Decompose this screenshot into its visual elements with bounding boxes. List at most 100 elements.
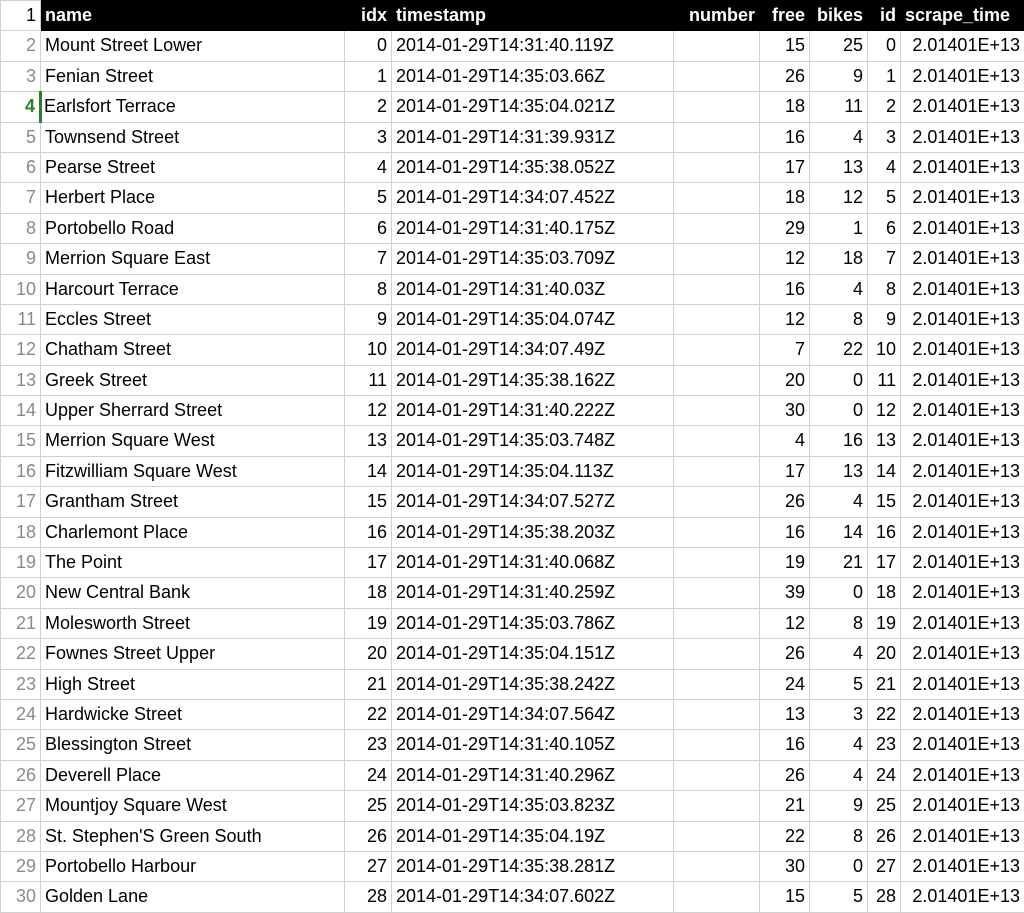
cell-rownum[interactable]: 24 <box>1 699 41 729</box>
table-row[interactable]: 18Charlemont Place162014-01-29T14:35:38.… <box>1 517 1024 547</box>
cell-timestamp[interactable]: 2014-01-29T14:31:40.105Z <box>392 730 674 760</box>
table-row[interactable]: 13Greek Street112014-01-29T14:35:38.162Z… <box>1 365 1024 395</box>
cell-idx[interactable]: 15 <box>345 487 392 517</box>
cell-name[interactable]: Merrion Square East <box>41 244 345 274</box>
cell-idx[interactable]: 6 <box>345 213 392 243</box>
cell-timestamp[interactable]: 2014-01-29T14:31:40.068Z <box>392 548 674 578</box>
cell-id[interactable]: 7 <box>868 244 901 274</box>
cell-name[interactable]: Grantham Street <box>41 487 345 517</box>
cell-timestamp[interactable]: 2014-01-29T14:34:07.602Z <box>392 882 674 912</box>
cell-scrape-time[interactable]: 2.01401E+13 <box>901 61 1024 91</box>
cell-bikes[interactable]: 0 <box>810 578 868 608</box>
cell-name[interactable]: Pearse Street <box>41 152 345 182</box>
cell-name[interactable]: Merrion Square West <box>41 426 345 456</box>
cell-free[interactable]: 15 <box>760 882 810 912</box>
cell-number[interactable] <box>674 456 760 486</box>
cell-scrape-time[interactable]: 2.01401E+13 <box>901 183 1024 213</box>
table-row[interactable]: 27Mountjoy Square West252014-01-29T14:35… <box>1 791 1024 821</box>
cell-rownum[interactable]: 16 <box>1 456 41 486</box>
cell-scrape-time[interactable]: 2.01401E+13 <box>901 730 1024 760</box>
cell-bikes[interactable]: 5 <box>810 882 868 912</box>
cell-rownum[interactable]: 8 <box>1 213 41 243</box>
cell-number[interactable] <box>674 791 760 821</box>
cell-rownum[interactable]: 10 <box>1 274 41 304</box>
cell-free[interactable]: 16 <box>760 730 810 760</box>
cell-bikes[interactable]: 4 <box>810 730 868 760</box>
cell-id[interactable]: 16 <box>868 517 901 547</box>
cell-idx[interactable]: 23 <box>345 730 392 760</box>
cell-bikes[interactable]: 9 <box>810 791 868 821</box>
cell-rownum[interactable]: 19 <box>1 548 41 578</box>
cell-scrape-time[interactable]: 2.01401E+13 <box>901 699 1024 729</box>
table-row[interactable]: 7Herbert Place52014-01-29T14:34:07.452Z1… <box>1 183 1024 213</box>
cell-rownum[interactable]: 4 <box>1 92 41 122</box>
cell-free[interactable]: 26 <box>760 487 810 517</box>
cell-scrape-time[interactable]: 2.01401E+13 <box>901 487 1024 517</box>
cell-idx[interactable]: 21 <box>345 669 392 699</box>
header-name[interactable]: name <box>41 1 345 31</box>
cell-id[interactable]: 18 <box>868 578 901 608</box>
cell-name[interactable]: Molesworth Street <box>41 608 345 638</box>
cell-number[interactable] <box>674 821 760 851</box>
cell-free[interactable]: 26 <box>760 760 810 790</box>
cell-scrape-time[interactable]: 2.01401E+13 <box>901 31 1024 61</box>
cell-idx[interactable]: 24 <box>345 760 392 790</box>
cell-id[interactable]: 20 <box>868 639 901 669</box>
cell-number[interactable] <box>674 213 760 243</box>
cell-name[interactable]: Mountjoy Square West <box>41 791 345 821</box>
spreadsheet-table[interactable]: 1 name idx timestamp number free bikes i… <box>0 0 1024 913</box>
cell-rownum[interactable]: 18 <box>1 517 41 547</box>
cell-bikes[interactable]: 25 <box>810 31 868 61</box>
cell-rownum[interactable]: 6 <box>1 152 41 182</box>
cell-timestamp[interactable]: 2014-01-29T14:35:04.113Z <box>392 456 674 486</box>
cell-number[interactable] <box>674 699 760 729</box>
cell-number[interactable] <box>674 851 760 881</box>
cell-scrape-time[interactable]: 2.01401E+13 <box>901 335 1024 365</box>
cell-id[interactable]: 24 <box>868 760 901 790</box>
cell-id[interactable]: 23 <box>868 730 901 760</box>
cell-number[interactable] <box>674 304 760 334</box>
cell-bikes[interactable]: 4 <box>810 760 868 790</box>
cell-bikes[interactable]: 9 <box>810 61 868 91</box>
cell-bikes[interactable]: 4 <box>810 487 868 517</box>
cell-timestamp[interactable]: 2014-01-29T14:35:38.203Z <box>392 517 674 547</box>
cell-name[interactable]: Eccles Street <box>41 304 345 334</box>
cell-id[interactable]: 27 <box>868 851 901 881</box>
header-free[interactable]: free <box>760 1 810 31</box>
cell-bikes[interactable]: 4 <box>810 274 868 304</box>
cell-scrape-time[interactable]: 2.01401E+13 <box>901 274 1024 304</box>
cell-scrape-time[interactable]: 2.01401E+13 <box>901 669 1024 699</box>
cell-number[interactable] <box>674 578 760 608</box>
cell-timestamp[interactable]: 2014-01-29T14:35:04.021Z <box>392 92 674 122</box>
table-row[interactable]: 24Hardwicke Street222014-01-29T14:34:07.… <box>1 699 1024 729</box>
cell-bikes[interactable]: 5 <box>810 669 868 699</box>
header-idx[interactable]: idx <box>345 1 392 31</box>
cell-name[interactable]: Portobello Harbour <box>41 851 345 881</box>
cell-rownum[interactable]: 22 <box>1 639 41 669</box>
cell-scrape-time[interactable]: 2.01401E+13 <box>901 548 1024 578</box>
cell-idx[interactable]: 4 <box>345 152 392 182</box>
cell-rownum[interactable]: 21 <box>1 608 41 638</box>
cell-rownum[interactable]: 13 <box>1 365 41 395</box>
cell-free[interactable]: 12 <box>760 244 810 274</box>
cell-free[interactable]: 21 <box>760 791 810 821</box>
header-id[interactable]: id <box>868 1 901 31</box>
cell-bikes[interactable]: 22 <box>810 335 868 365</box>
cell-name[interactable]: Townsend Street <box>41 122 345 152</box>
table-row[interactable]: 3Fenian Street12014-01-29T14:35:03.66Z26… <box>1 61 1024 91</box>
cell-scrape-time[interactable]: 2.01401E+13 <box>901 882 1024 912</box>
cell-idx[interactable]: 22 <box>345 699 392 729</box>
cell-number[interactable] <box>674 548 760 578</box>
cell-scrape-time[interactable]: 2.01401E+13 <box>901 122 1024 152</box>
cell-id[interactable]: 3 <box>868 122 901 152</box>
cell-rownum[interactable]: 9 <box>1 244 41 274</box>
cell-timestamp[interactable]: 2014-01-29T14:35:04.074Z <box>392 304 674 334</box>
cell-rownum[interactable]: 26 <box>1 760 41 790</box>
cell-idx[interactable]: 20 <box>345 639 392 669</box>
cell-name[interactable]: Fitzwilliam Square West <box>41 456 345 486</box>
header-bikes[interactable]: bikes <box>810 1 868 31</box>
table-row[interactable]: 26Deverell Place242014-01-29T14:31:40.29… <box>1 760 1024 790</box>
header-rownum[interactable]: 1 <box>1 1 41 31</box>
cell-rownum[interactable]: 14 <box>1 396 41 426</box>
cell-name[interactable]: The Point <box>41 548 345 578</box>
